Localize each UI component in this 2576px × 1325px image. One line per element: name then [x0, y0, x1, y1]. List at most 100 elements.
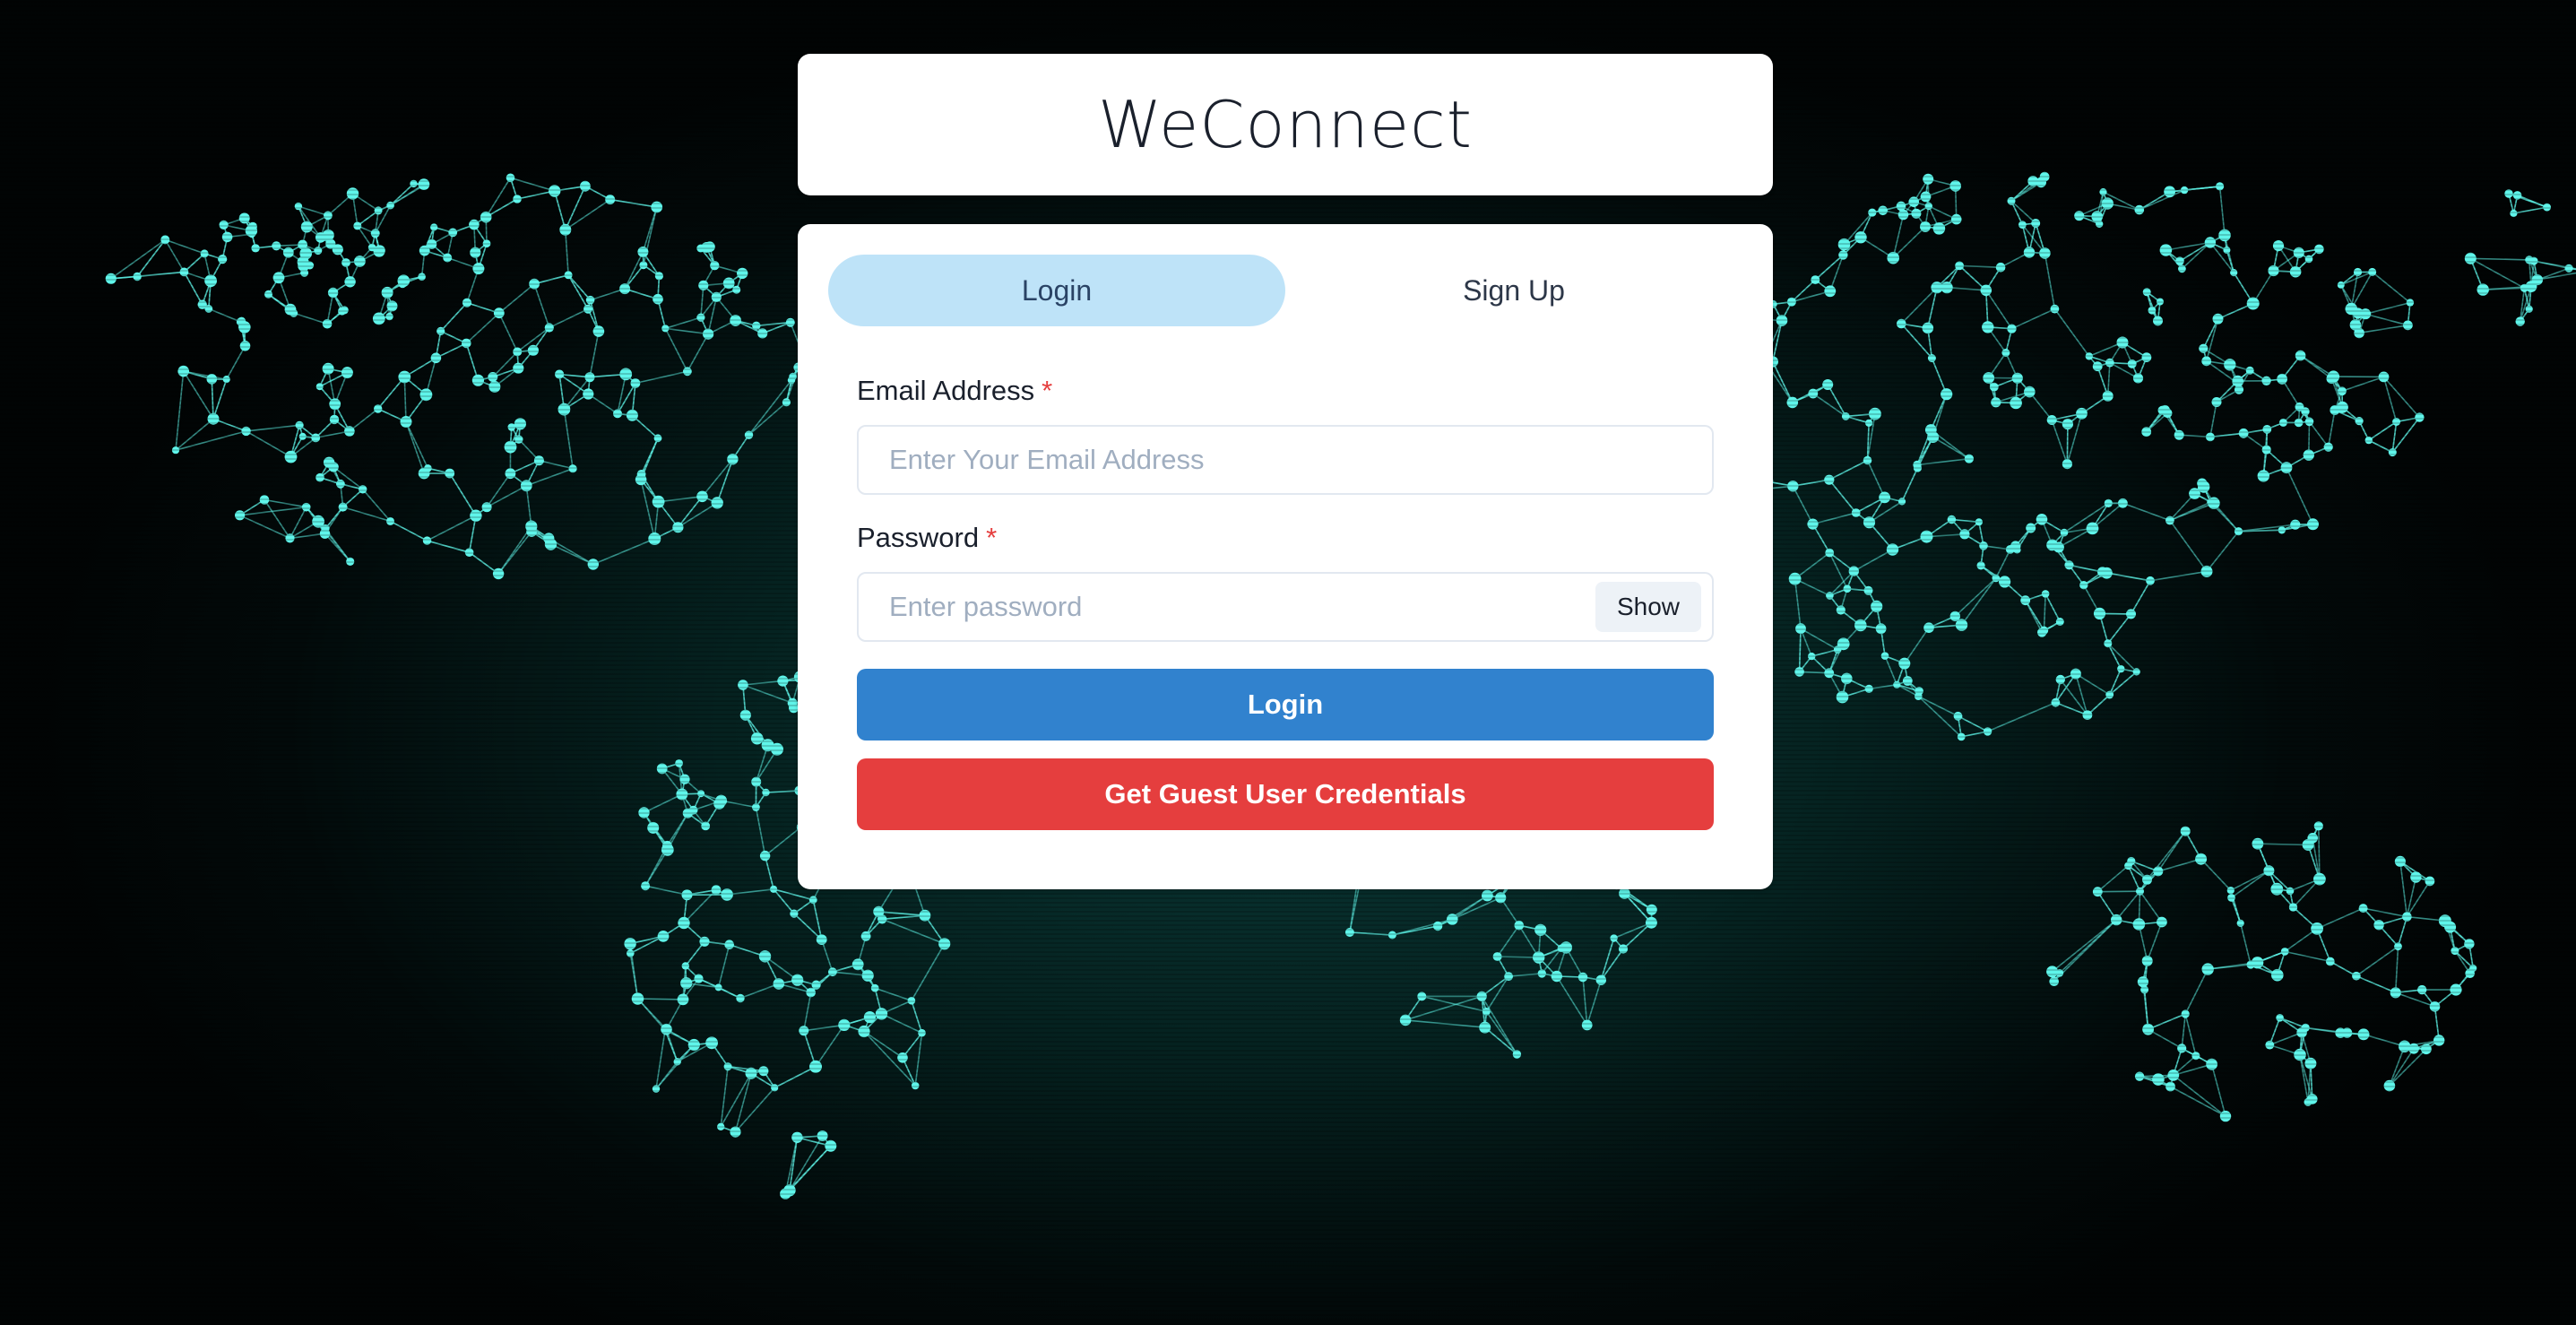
- network-node: [245, 224, 258, 238]
- network-link: [2107, 613, 2132, 645]
- network-node: [2515, 316, 2525, 326]
- network-node: [2086, 522, 2099, 535]
- network-node: [2278, 418, 2287, 427]
- network-node: [679, 774, 690, 784]
- network-node: [1893, 680, 1901, 688]
- network-link: [1508, 973, 1543, 977]
- network-link: [644, 885, 687, 896]
- network-node: [533, 455, 544, 466]
- auth-tabs: Login Sign Up: [828, 255, 1742, 326]
- network-node: [1786, 396, 1799, 409]
- network-node: [1923, 173, 1934, 185]
- network-node: [1868, 208, 1877, 217]
- network-node: [322, 319, 333, 329]
- network-node: [504, 440, 517, 454]
- network-link: [565, 229, 569, 275]
- network-node: [2039, 247, 2051, 259]
- network-link: [664, 327, 688, 372]
- network-node: [2206, 1058, 2218, 1070]
- email-field[interactable]: [887, 426, 1701, 494]
- network-link: [539, 459, 574, 470]
- network-node: [301, 502, 311, 512]
- login-button[interactable]: Login: [857, 669, 1714, 740]
- network-node: [2353, 267, 2363, 277]
- network-node: [2280, 948, 2289, 956]
- network-node: [2403, 320, 2413, 331]
- network-node: [2336, 401, 2348, 413]
- network-node: [750, 732, 764, 745]
- network-node: [2288, 903, 2298, 912]
- guest-credentials-button[interactable]: Get Guest User Credentials: [857, 758, 1714, 830]
- network-node: [445, 468, 455, 479]
- network-node: [298, 432, 307, 440]
- show-password-button[interactable]: Show: [1595, 582, 1701, 632]
- network-node: [2415, 412, 2425, 422]
- network-node: [204, 274, 218, 288]
- network-node: [2271, 968, 2284, 982]
- network-link: [1901, 467, 1919, 502]
- network-link: [2308, 420, 2330, 448]
- network-node: [336, 479, 345, 489]
- password-field[interactable]: [887, 573, 1595, 641]
- network-node: [2055, 618, 2064, 626]
- network-link: [403, 377, 407, 422]
- network-link: [2231, 870, 2269, 899]
- network-node: [398, 370, 411, 384]
- network-node: [354, 255, 366, 267]
- network-link: [567, 274, 589, 310]
- network-link: [2210, 1063, 2226, 1117]
- network-node: [672, 522, 684, 533]
- network-link: [1960, 577, 1997, 626]
- network-node: [2510, 209, 2518, 218]
- network-link: [2399, 861, 2408, 917]
- network-node: [1794, 667, 1804, 677]
- app-title: WeConnect: [1098, 87, 1473, 162]
- network-link: [1828, 570, 1854, 596]
- tab-login[interactable]: Login: [828, 255, 1285, 326]
- network-node: [626, 409, 638, 421]
- network-node: [1878, 205, 1888, 216]
- network-link: [2184, 1013, 2197, 1056]
- network-node: [2070, 668, 2081, 680]
- network-node: [2046, 415, 2057, 425]
- network-node: [919, 909, 931, 922]
- network-node: [353, 221, 362, 230]
- network-node: [1479, 1021, 1491, 1034]
- network-link: [2043, 593, 2046, 631]
- network-node: [462, 338, 471, 349]
- network-link: [878, 911, 925, 916]
- network-node: [2153, 316, 2163, 326]
- network-link: [2394, 946, 2399, 993]
- network-link: [2184, 968, 2209, 1015]
- tab-sign-up[interactable]: Sign Up: [1285, 255, 1742, 326]
- network-node: [1964, 454, 1974, 463]
- network-node: [1920, 191, 1932, 203]
- network-link: [2368, 420, 2398, 441]
- network-node: [372, 312, 385, 325]
- network-node: [1880, 652, 1889, 660]
- network-link: [2148, 1013, 2186, 1030]
- network-node: [324, 211, 333, 221]
- network-node: [2102, 390, 2114, 402]
- network-node: [907, 996, 916, 1005]
- network-node: [861, 969, 874, 982]
- network-link: [765, 826, 802, 857]
- network-link: [2206, 531, 2240, 572]
- network-node: [2134, 1071, 2145, 1081]
- network-node: [1399, 1014, 1412, 1026]
- network-node: [239, 341, 251, 351]
- network-node: [329, 398, 341, 411]
- network-node: [583, 304, 592, 314]
- network-node: [397, 274, 411, 288]
- auth-container: WeConnect Login Sign Up Email Address* P…: [798, 54, 1773, 889]
- network-node: [1980, 284, 1993, 297]
- network-node: [1931, 281, 1943, 294]
- network-node: [851, 958, 864, 971]
- network-link: [1959, 264, 2001, 268]
- network-node: [727, 454, 739, 465]
- network-node: [787, 697, 798, 708]
- network-node: [1897, 498, 1906, 506]
- network-node: [2134, 204, 2145, 215]
- network-link: [701, 458, 734, 498]
- network-node: [2313, 821, 2323, 831]
